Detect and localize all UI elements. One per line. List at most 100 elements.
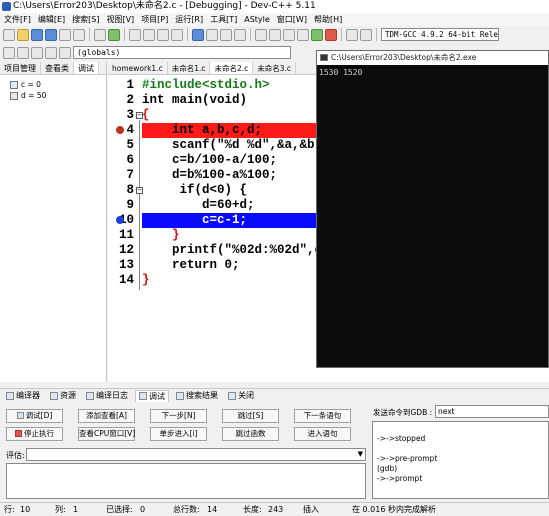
code-line: } [142, 273, 150, 287]
file-tab[interactable]: homework1.c [108, 62, 168, 74]
window-title: C:\Users\Error203\Desktop\未命名2.c - [Debu… [13, 1, 316, 11]
toolbar-divider [376, 28, 377, 41]
replace-icon[interactable] [143, 28, 155, 41]
tab-debug[interactable]: 调试 [74, 62, 99, 74]
status-lines: 14 [207, 505, 218, 514]
code-line: scanf("%d %d",&a,&b [142, 138, 315, 152]
goto-line-icon[interactable] [171, 28, 183, 41]
indent-icon[interactable] [45, 46, 57, 59]
find-icon[interactable] [129, 28, 141, 41]
watch-label: d = 50 [21, 91, 47, 100]
stop-execution-icon[interactable] [325, 28, 337, 41]
save-icon[interactable] [31, 28, 43, 41]
syntax-check-icon[interactable] [311, 28, 323, 41]
menu-project[interactable]: 项目[P] [139, 13, 173, 26]
menu-view[interactable]: 视图[V] [104, 13, 139, 26]
scope-select[interactable]: (globals) [73, 46, 291, 59]
skip-function-button[interactable]: 跳过函数 [222, 427, 279, 441]
gdb-command-input[interactable]: next [435, 405, 549, 418]
line-number: 5 [126, 138, 134, 152]
tab-resources[interactable]: 资源 [47, 390, 79, 401]
tab-classes[interactable]: 查看类 [41, 62, 74, 74]
profile-icon[interactable] [346, 28, 358, 41]
open-file-icon[interactable] [17, 28, 29, 41]
stop-execution-button[interactable]: 停止执行 [6, 427, 63, 441]
line-number: 7 [126, 168, 134, 182]
button-label: 停止执行 [24, 429, 54, 438]
add-to-project-icon[interactable] [220, 28, 232, 41]
step-into-button[interactable]: 单步进入[i] [150, 427, 207, 441]
evaluate-label: 评估: [6, 451, 25, 460]
tab-label: 关闭 [238, 391, 254, 400]
debug-panel: 调试[D] 添加查看[A] 下一步[N] 跳过[S] 下一条语句 停止执行 查看… [0, 402, 549, 502]
evaluate-input[interactable]: ▼ [26, 448, 366, 461]
add-watch-button[interactable]: 添加查看[A] [78, 409, 135, 423]
view-cpu-button[interactable]: 查看CPU窗口[V] [78, 427, 135, 441]
menu-window[interactable]: 窗口[W] [275, 13, 312, 26]
watch-item[interactable]: d = 50 [0, 90, 106, 101]
menu-help[interactable]: 帮助[H] [312, 13, 347, 26]
rebuild-icon[interactable] [297, 28, 309, 41]
current-line-arrow-icon [116, 216, 124, 224]
menu-edit[interactable]: 编辑[E] [36, 13, 70, 26]
project-options-icon[interactable] [206, 28, 218, 41]
file-tab-active[interactable]: 未命名2.c [210, 62, 254, 74]
remove-from-project-icon[interactable] [234, 28, 246, 41]
menu-tools[interactable]: 工具[T] [208, 13, 242, 26]
menu-search[interactable]: 搜索[S] [70, 13, 104, 26]
line-number: 1 [126, 78, 134, 92]
window-title-bar[interactable]: C:\Users\Error203\Desktop\未命名2.c - [Debu… [0, 0, 549, 13]
next-statement-button[interactable]: 下一条语句 [294, 409, 351, 423]
console-icon [320, 54, 328, 61]
tab-compiler[interactable]: 编译器 [3, 390, 43, 401]
tab-close[interactable]: 关闭 [225, 390, 257, 401]
new-project-icon[interactable] [192, 28, 204, 41]
toolbar-divider [124, 28, 125, 41]
file-tab[interactable]: 未命名3.c [253, 62, 297, 74]
goto-bookmark-icon[interactable] [31, 46, 43, 59]
status-row-label: 行: [4, 505, 15, 514]
file-tab[interactable]: 未命名1.c [168, 62, 211, 74]
toolbar-divider [89, 28, 90, 41]
print-icon[interactable] [73, 28, 85, 41]
breakpoint-icon[interactable] [116, 126, 124, 134]
debug-button[interactable]: 调试[D] [6, 409, 63, 423]
redo-icon[interactable] [108, 28, 120, 41]
compiler-select[interactable]: TDM-GCC 4.9.2 64-bit Release [381, 28, 499, 41]
gdb-output-log: ->->stopped ->->pre-prompt (gdb) ->->pro… [372, 421, 549, 499]
unindent-icon[interactable] [59, 46, 71, 59]
next-step-button[interactable]: 下一步[N] [150, 409, 207, 423]
status-length: 243 [268, 505, 284, 514]
compile-log-icon [86, 391, 94, 400]
close-file-icon[interactable] [59, 28, 71, 41]
menu-run[interactable]: 运行[R] [173, 13, 208, 26]
find-next-icon[interactable] [157, 28, 169, 41]
skip-button[interactable]: 跳过[S] [222, 409, 279, 423]
compile-icon[interactable] [255, 28, 267, 41]
delete-profile-icon[interactable] [360, 28, 372, 41]
tab-compile-log[interactable]: 编译日志 [83, 390, 131, 401]
watch-item[interactable]: c = 0 [0, 79, 106, 90]
menu-astyle[interactable]: AStyle [242, 13, 275, 26]
undo-icon[interactable] [94, 28, 106, 41]
console-title-bar[interactable]: C:\Users\Error203\Desktop\未命名2.exe [317, 51, 548, 65]
into-statement-button[interactable]: 进入语句 [294, 427, 351, 441]
run-icon[interactable] [269, 28, 281, 41]
toggle-bookmark-icon[interactable] [17, 46, 29, 59]
chevron-down-icon[interactable]: ▼ [358, 450, 363, 458]
save-all-icon[interactable] [45, 28, 57, 41]
menu-bar: 文件[F] 编辑[E] 搜索[S] 视图[V] 项目[P] 运行[R] 工具[T… [0, 13, 549, 26]
watch-variable-icon [10, 80, 18, 89]
new-file-icon[interactable] [3, 28, 15, 41]
tab-debug-panel[interactable]: 调试 [135, 389, 169, 402]
tab-project[interactable]: 项目管理 [0, 62, 41, 74]
insert-icon[interactable] [3, 46, 15, 59]
toolbar-divider [187, 28, 188, 41]
main-toolbar: TDM-GCC 4.9.2 64-bit Release [0, 26, 549, 43]
code-line: printf("%02d:%02d",c [142, 243, 323, 257]
compile-run-icon[interactable] [283, 28, 295, 41]
tab-label: 编译器 [16, 391, 40, 400]
tab-search-results[interactable]: 搜索结果 [173, 390, 221, 401]
menu-file[interactable]: 文件[F] [2, 13, 36, 26]
console-window[interactable]: C:\Users\Error203\Desktop\未命名2.exe 1530 … [316, 50, 549, 368]
